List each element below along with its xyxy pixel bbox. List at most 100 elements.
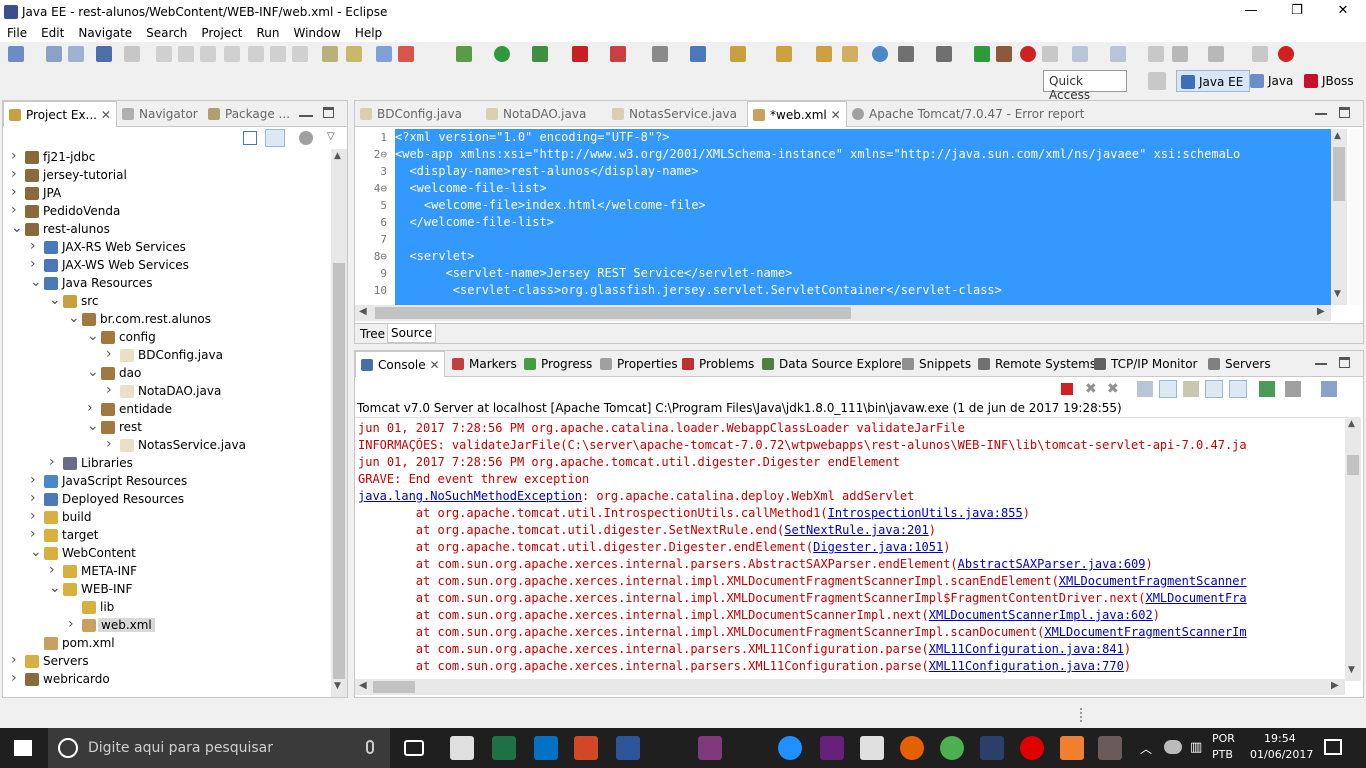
step-return-icon[interactable] — [292, 46, 308, 62]
chevron-down-icon[interactable]: ⌄ — [87, 328, 99, 344]
tree-item[interactable]: › Libraries — [49, 454, 311, 473]
editor-vscroll-thumb[interactable] — [1333, 147, 1345, 201]
maximize-editor-icon[interactable] — [1339, 107, 1350, 118]
close-icon[interactable]: ✕ — [101, 108, 111, 122]
tab-data-source-explorer[interactable]: Data Source Explorer — [757, 351, 912, 377]
chevron-down-icon[interactable]: ⌄ — [30, 274, 42, 290]
close-button[interactable]: ✕ — [1320, 0, 1366, 24]
tree-item[interactable]: › JavaScript Resources — [30, 472, 311, 491]
tab-web-xml[interactable]: *web.xml ✕ — [747, 101, 847, 127]
chevron-right-icon[interactable]: › — [68, 616, 80, 632]
tree-item[interactable]: › JAX-WS Web Services — [30, 256, 311, 275]
menu-run[interactable]: Run — [249, 24, 286, 40]
remove-launch-icon[interactable]: ✖ — [1085, 381, 1097, 397]
chevron-right-icon[interactable]: › — [30, 472, 42, 488]
tree-item[interactable]: › target — [30, 526, 311, 545]
tab-project-explorer[interactable]: Project Ex... ✕ — [3, 101, 117, 127]
tree-item[interactable]: › META-INF — [49, 562, 311, 581]
tab-tree[interactable]: Tree — [357, 326, 388, 342]
menu-search[interactable]: Search — [139, 24, 194, 40]
tab-bdconfig[interactable]: BDConfig.java — [355, 101, 468, 127]
tree-item[interactable]: › web.xml — [68, 616, 311, 635]
tab-properties[interactable]: Properties — [595, 351, 684, 377]
word-icon[interactable] — [616, 736, 640, 760]
run-external-icon[interactable] — [532, 46, 548, 62]
task-view-icon[interactable] — [404, 740, 424, 756]
scroll-down-icon[interactable]: ▼ — [1334, 289, 1341, 299]
back-icon[interactable] — [1172, 46, 1188, 62]
perspective-javaee[interactable]: Java EE — [1176, 70, 1251, 92]
tab-source[interactable]: Source — [387, 324, 437, 343]
pin-console-icon[interactable] — [1259, 381, 1275, 397]
tree-item[interactable]: › Deployed Resources — [30, 490, 311, 509]
minimize-editor-icon[interactable] — [1315, 113, 1327, 115]
chevron-up-icon[interactable]: ︿ — [1140, 740, 1152, 757]
stack-trace-link[interactable]: AbstractSAXParser.java:609 — [958, 557, 1146, 571]
menu-edit[interactable]: Edit — [34, 24, 71, 40]
tab-console[interactable]: Console ✕ — [355, 351, 445, 377]
chevron-right-icon[interactable]: › — [11, 184, 23, 200]
tab-snippets[interactable]: Snippets — [897, 351, 977, 377]
tab-servers[interactable]: Servers — [1203, 351, 1277, 377]
tree-scrollbar[interactable]: ▲ ▼ — [331, 149, 347, 697]
powerpoint-icon[interactable] — [574, 736, 598, 760]
perspective-jboss[interactable]: JBoss — [1300, 70, 1360, 92]
chevron-down-icon[interactable]: ⌄ — [11, 220, 23, 236]
app-icon[interactable] — [1098, 736, 1122, 760]
onenote-icon[interactable] — [698, 736, 722, 760]
sync-icon[interactable] — [898, 46, 914, 62]
remove-all-icon[interactable]: ✖ — [1107, 381, 1119, 397]
tree-item[interactable]: ⌄ WebContent — [30, 544, 311, 563]
taskbar-search-box[interactable]: Digite aqui para pesquisar — [48, 728, 390, 768]
tree-item[interactable]: ⌄ br.com.rest.alunos — [68, 310, 311, 329]
tree-item[interactable]: › NotasService.java — [106, 436, 311, 455]
hand-icon[interactable] — [1042, 46, 1058, 62]
tree-item[interactable]: pom.xml — [30, 635, 311, 653]
chevron-down-icon[interactable]: ⌄ — [87, 364, 99, 380]
chevron-right-icon[interactable]: › — [30, 526, 42, 542]
chevron-down-icon[interactable]: ⌄ — [30, 544, 42, 560]
run-icon[interactable] — [494, 46, 510, 62]
scroll-right-icon[interactable]: ▶ — [1331, 680, 1339, 691]
resume-icon[interactable] — [156, 46, 172, 62]
stack-trace-link[interactable]: XMLDocumentFragmentScannerIm — [1044, 625, 1246, 639]
firefox-icon[interactable] — [900, 736, 924, 760]
perspective-java[interactable]: Java — [1246, 70, 1299, 92]
minimize-console-icon[interactable] — [1315, 363, 1327, 365]
edge-icon[interactable] — [778, 736, 802, 760]
stack-trace-link[interactable]: SetNextRule.java:201 — [784, 523, 929, 537]
tree-item[interactable]: ⌄ src — [49, 292, 311, 311]
deploy-icon[interactable] — [610, 46, 626, 62]
chevron-down-icon[interactable]: ⌄ — [68, 310, 80, 326]
chevron-right-icon[interactable]: › — [30, 508, 42, 524]
menu-file[interactable]: File — [0, 24, 34, 40]
tab-package-explorer[interactable]: Package ... — [203, 101, 296, 127]
tree-item[interactable]: ⌄ rest — [87, 418, 311, 437]
tab-notadao[interactable]: NotaDAO.java — [481, 101, 592, 127]
stack-trace-link[interactable]: XML11Configuration.java:841 — [929, 642, 1124, 656]
tree-item[interactable]: › build — [30, 508, 311, 527]
suspend-icon[interactable] — [178, 46, 194, 62]
chevron-right-icon[interactable]: › — [11, 166, 23, 182]
scroll-down-icon[interactable]: ▼ — [1348, 665, 1355, 675]
editor-hscroll-thumb[interactable] — [375, 307, 851, 319]
editor-hscroll[interactable]: ◀ ▶ — [355, 305, 1331, 321]
tree-item[interactable]: › jersey-tutorial — [11, 166, 311, 185]
calculator-icon[interactable] — [860, 736, 884, 760]
chrome-icon[interactable] — [940, 736, 964, 760]
chevron-right-icon[interactable]: › — [106, 436, 118, 452]
close-icon[interactable]: ✕ — [831, 108, 841, 122]
stop-icon[interactable] — [572, 46, 588, 62]
scroll-down-icon[interactable]: ▼ — [334, 681, 341, 691]
tree-item[interactable]: ⌄ dao — [87, 364, 311, 383]
debug-icon[interactable] — [456, 46, 472, 62]
forward-icon[interactable] — [1208, 46, 1224, 62]
tree-item[interactable]: lib — [68, 599, 311, 617]
menu-window[interactable]: Window — [286, 24, 347, 40]
tree-item[interactable]: › fj21-jdbc — [11, 148, 311, 167]
menu-navigate[interactable]: Navigate — [71, 24, 139, 40]
scroll-up-icon[interactable]: ▲ — [1348, 419, 1355, 429]
language-top[interactable]: POR — [1212, 732, 1235, 745]
xml-source-editor[interactable]: <?xml version="1.0" encoding="UTF-8"?> <w… — [395, 129, 1331, 305]
pin-icon[interactable] — [1252, 46, 1268, 62]
